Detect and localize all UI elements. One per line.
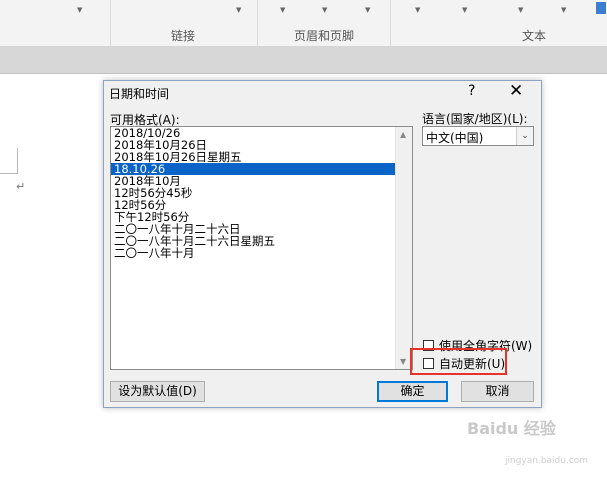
close-icon[interactable]: ✕ (509, 81, 523, 101)
help-icon[interactable]: ? (468, 83, 475, 99)
watermark-logo: Baidu 经验 (467, 419, 556, 438)
dropdown-arrow-icon[interactable]: ▼ (561, 6, 566, 14)
group-label-header-footer: 页眉和页脚 (294, 29, 355, 43)
ribbon-separator (390, 0, 391, 46)
autoupdate-checkbox-row[interactable]: 自动更新(U) (423, 355, 505, 372)
scroll-up-icon[interactable]: ▲ (400, 130, 406, 139)
language-value: 中文(中国) (426, 131, 484, 145)
ribbon: ▼ ▼ 链接 ▼ ▼ ▼ 页眉和页脚 ▼ ▼ ▼ ▼ 文本 (0, 0, 607, 47)
date-time-dialog: 日期和时间 ? ✕ 可用格式(A): 2018/10/26 2018年10月26日… (103, 80, 542, 408)
dropdown-arrow-icon[interactable]: ▼ (365, 6, 370, 14)
object-icon[interactable] (596, 2, 606, 14)
formats-listbox[interactable]: 2018/10/26 2018年10月26日 2018年10月26日星期五 18.10… (110, 126, 413, 370)
ruler-bar (0, 47, 607, 74)
dropdown-arrow-icon[interactable]: ▼ (518, 6, 523, 14)
dropdown-arrow-icon[interactable]: ▼ (462, 6, 467, 14)
language-label: 语言(国家/地区)(L): (422, 112, 528, 126)
watermark-url: jingyan.baidu.com (505, 456, 589, 466)
autoupdate-checkbox[interactable] (423, 358, 434, 369)
vertical-scrollbar[interactable]: ▲ ▼ (395, 127, 412, 369)
dropdown-arrow-icon[interactable]: ▼ (322, 6, 327, 14)
group-label-links: 链接 (171, 29, 196, 43)
group-label-text: 文本 (522, 29, 547, 43)
chevron-down-icon[interactable]: ⌄ (516, 127, 533, 145)
ribbon-separator (110, 0, 111, 46)
scroll-down-icon[interactable]: ▼ (400, 357, 406, 366)
dropdown-arrow-icon[interactable]: ▼ (236, 6, 241, 14)
dropdown-arrow-icon[interactable]: ▼ (280, 6, 285, 14)
dropdown-arrow-icon[interactable]: ▼ (415, 6, 420, 14)
formats-list: 2018/10/26 2018年10月26日 2018年10月26日星期五 18.10… (111, 127, 395, 259)
format-list-item[interactable]: 二〇一八年十月 (111, 247, 395, 259)
set-default-button[interactable]: 设为默认值(D) (110, 381, 205, 402)
language-select[interactable]: 中文(中国) ⌄ (422, 126, 534, 146)
dropdown-arrow-icon[interactable]: ▼ (77, 6, 82, 14)
dialog-title: 日期和时间 (109, 87, 170, 101)
cancel-button[interactable]: 取消 (461, 381, 534, 402)
ok-button[interactable]: 确定 (377, 381, 448, 402)
margin-corner-marker (0, 148, 18, 174)
ribbon-separator (257, 0, 258, 46)
paragraph-mark-icon: ↵ (16, 180, 26, 193)
autoupdate-label: 自动更新(U) (439, 357, 506, 371)
